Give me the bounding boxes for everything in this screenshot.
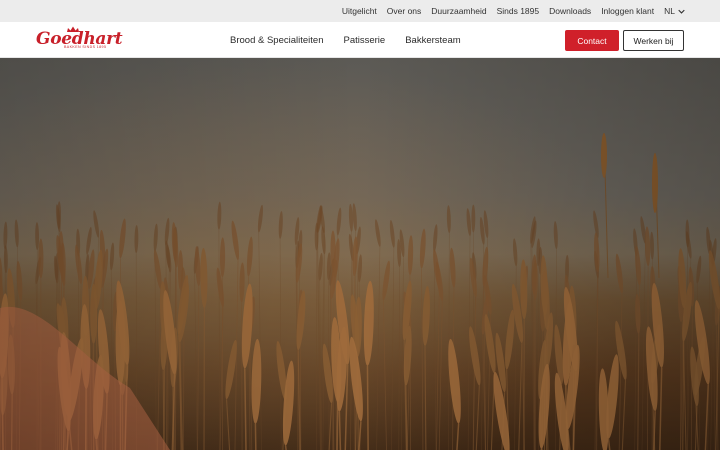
language-selector[interactable]: NL bbox=[664, 6, 685, 16]
language-label: NL bbox=[664, 6, 675, 16]
topbar-link-inloggen-klant[interactable]: Inloggen klant bbox=[601, 6, 654, 16]
goedhart-logo[interactable]: Goedhart BAKKEN SINDS 1895 bbox=[36, 26, 123, 52]
topbar-link-downloads[interactable]: Downloads bbox=[549, 6, 591, 16]
topbar-link-sinds-1895[interactable]: Sinds 1895 bbox=[497, 6, 540, 16]
contact-button[interactable]: Contact bbox=[565, 30, 619, 51]
topbar-link-duurzaamheid[interactable]: Duurzaamheid bbox=[431, 6, 486, 16]
nav-item-brood-specialiteiten[interactable]: Brood & Specialiteiten bbox=[230, 35, 323, 46]
hero-wheat-field-image bbox=[0, 58, 720, 450]
main-navigation: Goedhart BAKKEN SINDS 1895 Brood & Speci… bbox=[0, 22, 720, 58]
werken-bij-button[interactable]: Werken bij bbox=[623, 30, 684, 51]
chevron-down-icon bbox=[678, 9, 685, 14]
logo-tagline: BAKKEN SINDS 1895 bbox=[64, 45, 107, 49]
primary-menu: Brood & Specialiteiten Patisserie Bakker… bbox=[230, 22, 461, 58]
top-utility-bar: Uitgelicht Over ons Duurzaamheid Sinds 1… bbox=[0, 0, 720, 22]
topbar-link-over-ons[interactable]: Over ons bbox=[387, 6, 422, 16]
nav-item-bakkersteam[interactable]: Bakkersteam bbox=[405, 35, 460, 46]
topbar-link-uitgelicht[interactable]: Uitgelicht bbox=[342, 6, 377, 16]
nav-item-patisserie[interactable]: Patisserie bbox=[343, 35, 385, 46]
